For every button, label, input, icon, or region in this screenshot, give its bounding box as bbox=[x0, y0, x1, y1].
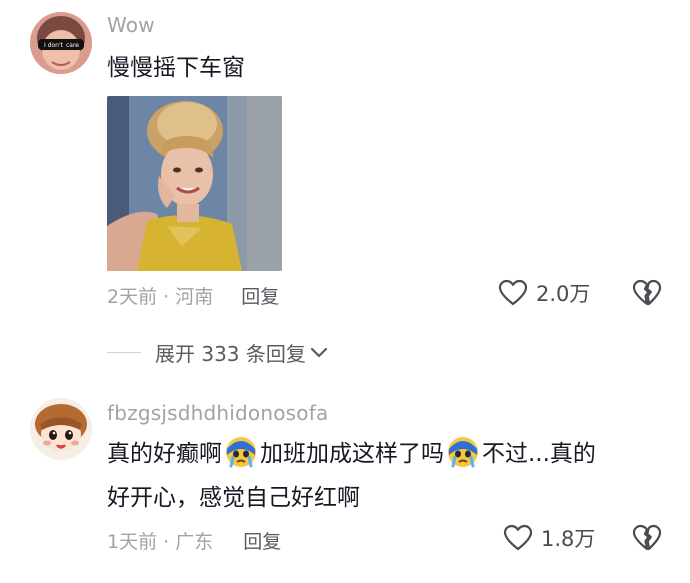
dislike-button[interactable] bbox=[632, 279, 662, 311]
chevron-down-icon bbox=[310, 347, 327, 357]
comment-time-location: 1天前 · 广东 bbox=[107, 531, 214, 553]
reply-button[interactable]: 回复 bbox=[241, 282, 279, 309]
comment-text: 慢慢摇下车窗 bbox=[107, 55, 245, 81]
expand-replies-label: 展开 333 条回复 bbox=[155, 342, 306, 366]
heart-outline-icon bbox=[498, 279, 528, 306]
comment-username[interactable]: fbzgsjsdhdhidonosofa bbox=[107, 401, 328, 425]
comment-text-segment: 好开心，感觉自己好红啊 bbox=[107, 485, 360, 511]
avatar[interactable] bbox=[30, 398, 92, 460]
comment-item: I don't care Wow 慢慢摇下车窗 2天前 · 河南 回复 2.0万 bbox=[0, 0, 690, 320]
comment-meta: 1天前 · 广东 回复 bbox=[107, 527, 281, 554]
expand-replies-button[interactable]: 展开 333 条回复 bbox=[107, 338, 328, 367]
comment-item: fbzgsjsdhdhidonosofa 真的好癫啊 加班加成这样了吗 不过..… bbox=[0, 390, 690, 583]
comment-text-segment: 加班加成这样了吗 bbox=[260, 441, 444, 467]
avatar[interactable]: I don't care bbox=[30, 12, 92, 74]
divider bbox=[107, 352, 141, 353]
comment-text: 真的好癫啊 加班加成这样了吗 不过...真的 好开心，感觉自己好红啊 bbox=[107, 432, 667, 520]
like-button[interactable]: 2.0万 bbox=[498, 278, 590, 308]
comment-meta: 2天前 · 河南 回复 bbox=[107, 282, 279, 309]
broken-heart-icon bbox=[632, 279, 662, 306]
avatar-badge-text: I don't bbox=[44, 42, 64, 49]
dislike-button[interactable] bbox=[632, 524, 662, 556]
comment-username[interactable]: Wow bbox=[107, 13, 155, 37]
broken-heart-icon bbox=[632, 524, 662, 551]
like-button[interactable]: 1.8万 bbox=[503, 523, 595, 553]
crying-face-emoji-icon bbox=[226, 437, 256, 468]
like-count: 2.0万 bbox=[536, 282, 591, 306]
avatar-badge-text: care bbox=[66, 42, 79, 49]
comment-text-segment: 不过...真的 bbox=[482, 441, 596, 467]
like-count: 1.8万 bbox=[541, 527, 596, 551]
crying-face-emoji-icon bbox=[448, 437, 478, 468]
reply-button[interactable]: 回复 bbox=[243, 527, 281, 554]
comment-gif-image[interactable] bbox=[107, 96, 282, 271]
heart-outline-icon bbox=[503, 524, 533, 551]
comment-text-segment: 真的好癫啊 bbox=[107, 441, 222, 467]
comment-time-location: 2天前 · 河南 bbox=[107, 286, 214, 308]
